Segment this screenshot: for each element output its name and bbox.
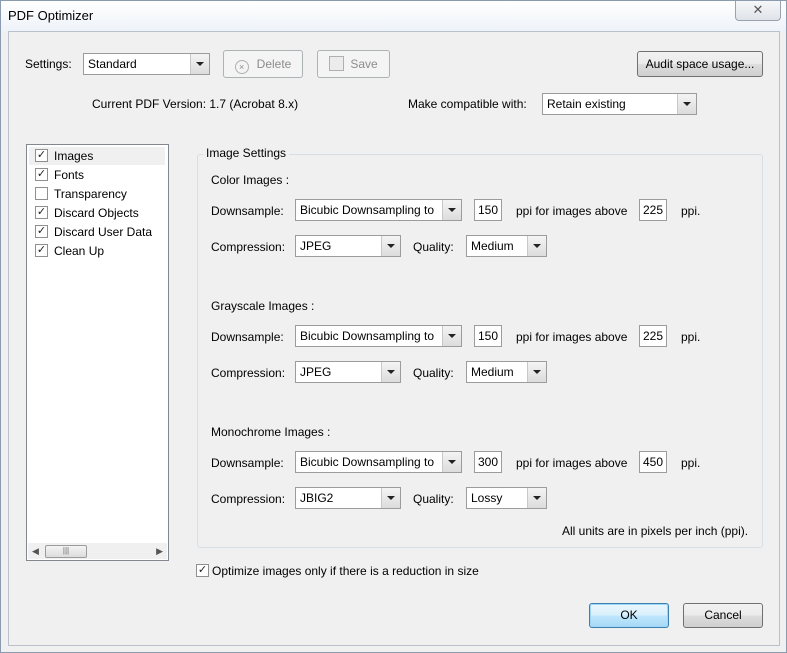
pdf-optimizer-dialog: PDF Optimizer ✕ Settings: Standard × Dele… — [0, 0, 787, 653]
quality-label: Quality: — [413, 492, 454, 506]
checkbox[interactable] — [35, 187, 48, 200]
chevron-down-icon — [381, 362, 400, 382]
image-settings-title: Image Settings — [203, 146, 290, 160]
compression-label: Compression: — [211, 366, 286, 380]
save-button[interactable]: Save — [317, 50, 390, 78]
select-value: Bicubic Downsampling to — [300, 203, 435, 217]
monochrome-quality-select[interactable]: Lossy — [466, 487, 547, 509]
ppi-above-label: ppi for images above — [516, 330, 628, 344]
chevron-down-icon — [442, 452, 461, 472]
close-icon: ✕ — [752, 2, 764, 17]
quality-label: Quality: — [413, 240, 454, 254]
downsample-label: Downsample: — [211, 456, 284, 470]
list-item-label: Discard Objects — [54, 206, 139, 220]
ppi-label: ppi. — [681, 204, 701, 218]
chevron-down-icon — [677, 94, 696, 114]
select-value: Medium — [471, 365, 514, 379]
save-label: Save — [350, 57, 378, 71]
list-item-images[interactable]: ✓ Images — [29, 147, 165, 165]
compatibility-value: Retain existing — [547, 97, 626, 111]
color-downsample-select[interactable]: Bicubic Downsampling to — [295, 199, 462, 221]
list-item-label: Fonts — [54, 168, 85, 182]
select-value: JPEG — [300, 239, 332, 253]
select-value: Lossy — [471, 491, 503, 505]
compatibility-select[interactable]: Retain existing — [542, 93, 697, 115]
panels-list: ✓ Images ✓ Fonts Transparency ✓ Discard … — [26, 144, 169, 561]
close-button[interactable]: ✕ — [735, 1, 781, 21]
monochrome-compression-select[interactable]: JBIG2 — [295, 487, 401, 509]
checkbox[interactable]: ✓ — [35, 168, 48, 181]
units-note: All units are in pixels per inch (ppi). — [562, 524, 749, 538]
color-above-field[interactable]: 225 — [639, 199, 667, 221]
downsample-label: Downsample: — [211, 204, 284, 218]
quality-label: Quality: — [413, 366, 454, 380]
scroll-right-icon[interactable]: ▶ — [156, 546, 163, 557]
save-icon — [329, 56, 345, 71]
settings-select[interactable]: Standard — [83, 53, 210, 75]
cancel-button[interactable]: Cancel — [683, 603, 763, 628]
chevron-down-icon — [442, 326, 461, 346]
downsample-label: Downsample: — [211, 330, 284, 344]
chevron-down-icon — [381, 488, 400, 508]
select-value: JPEG — [300, 365, 332, 379]
monochrome-above-field[interactable]: 450 — [639, 451, 667, 473]
scroll-left-icon[interactable]: ◀ — [32, 546, 39, 557]
horizontal-scrollbar[interactable]: ◀ ||| ▶ — [28, 543, 167, 559]
list-item-label: Clean Up — [54, 244, 105, 258]
checkbox[interactable]: ✓ — [35, 244, 48, 257]
ok-button[interactable]: OK — [589, 603, 669, 628]
grayscale-above-field[interactable]: 225 — [639, 325, 667, 347]
optimize-only-label[interactable]: Optimize images only if there is a reduc… — [212, 564, 479, 578]
color-quality-select[interactable]: Medium — [466, 235, 547, 257]
dialog-body: Settings: Standard × Delete Save Audit sp… — [8, 31, 780, 646]
ppi-label: ppi. — [681, 330, 701, 344]
current-pdf-version: Current PDF Version: 1.7 (Acrobat 8.x) — [92, 97, 299, 111]
grayscale-downsample-select[interactable]: Bicubic Downsampling to — [295, 325, 462, 347]
optimize-only-checkbox[interactable]: ✓ — [196, 564, 209, 577]
select-value: Bicubic Downsampling to — [300, 455, 435, 469]
list-item-label: Images — [54, 149, 94, 163]
delete-button[interactable]: × Delete — [223, 50, 303, 78]
list-item-label: Transparency — [54, 187, 127, 201]
delete-icon: × — [234, 60, 249, 74]
select-value: JBIG2 — [300, 491, 334, 505]
select-value: Medium — [471, 239, 514, 253]
settings-value: Standard — [88, 57, 137, 71]
compatible-label: Make compatible with: — [408, 97, 527, 111]
window-title: PDF Optimizer — [8, 8, 94, 23]
checkbox[interactable]: ✓ — [35, 149, 48, 162]
audit-space-usage-button[interactable]: Audit space usage... — [637, 51, 763, 77]
color-ppi-field[interactable]: 150 — [474, 199, 502, 221]
chevron-down-icon — [527, 362, 546, 382]
scroll-thumb[interactable]: ||| — [45, 545, 87, 558]
grayscale-ppi-field[interactable]: 150 — [474, 325, 502, 347]
select-value: Bicubic Downsampling to — [300, 329, 435, 343]
ppi-above-label: ppi for images above — [516, 456, 628, 470]
color-compression-select[interactable]: JPEG — [295, 235, 401, 257]
grayscale-images-heading: Grayscale Images : — [211, 299, 315, 313]
checkbox[interactable]: ✓ — [35, 225, 48, 238]
chevron-down-icon — [527, 236, 546, 256]
compression-label: Compression: — [211, 240, 286, 254]
checkbox[interactable]: ✓ — [35, 206, 48, 219]
grayscale-quality-select[interactable]: Medium — [466, 361, 547, 383]
ppi-label: ppi. — [681, 456, 701, 470]
monochrome-images-heading: Monochrome Images : — [211, 425, 331, 439]
chevron-down-icon — [190, 54, 209, 74]
delete-label: Delete — [256, 57, 292, 71]
monochrome-downsample-select[interactable]: Bicubic Downsampling to — [295, 451, 462, 473]
chevron-down-icon — [381, 236, 400, 256]
chevron-down-icon — [527, 488, 546, 508]
ppi-above-label: ppi for images above — [516, 204, 628, 218]
monochrome-ppi-field[interactable]: 300 — [474, 451, 502, 473]
settings-label: Settings: — [25, 57, 72, 71]
grayscale-compression-select[interactable]: JPEG — [295, 361, 401, 383]
list-item-label: Discard User Data — [54, 225, 153, 239]
color-images-heading: Color Images : — [211, 173, 290, 187]
title-bar: PDF Optimizer ✕ — [1, 1, 786, 31]
compression-label: Compression: — [211, 492, 286, 506]
chevron-down-icon — [442, 200, 461, 220]
